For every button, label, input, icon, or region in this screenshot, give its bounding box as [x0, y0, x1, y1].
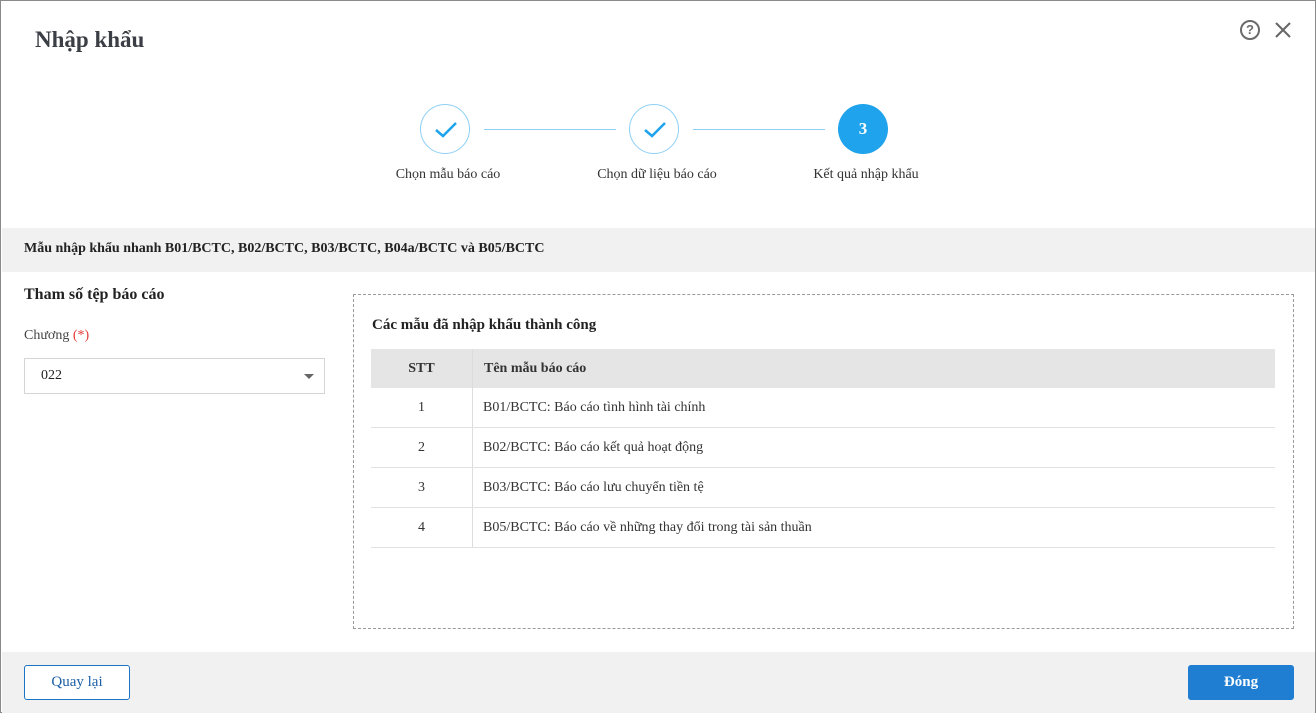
- table-row: 1 B01/BCTC: Báo cáo tình hình tài chính: [371, 388, 1275, 428]
- question-circle-icon[interactable]: ?: [1240, 20, 1260, 40]
- back-button[interactable]: Quay lại: [24, 665, 130, 700]
- chapter-label: Chương (*): [24, 328, 89, 344]
- step-3-circle: 3: [838, 104, 888, 154]
- row-name: B05/BCTC: Báo cáo về những thay đổi tron…: [483, 520, 812, 535]
- import-dialog: Nhập khẩu ? 3 Chọn mẫu báo cáo Chọn dữ l…: [0, 0, 1316, 713]
- step-connector: [484, 129, 616, 130]
- params-title: Tham số tệp báo cáo: [24, 286, 165, 303]
- caret-down-icon[interactable]: [304, 374, 314, 379]
- row-stt: 1: [371, 388, 473, 427]
- column-header-name: Tên mẫu báo cáo: [484, 361, 587, 376]
- results-panel: Các mẫu đã nhập khẩu thành công STT Tên …: [353, 294, 1294, 629]
- step-2-circle: [629, 104, 679, 154]
- table-header: STT Tên mẫu báo cáo: [371, 349, 1275, 388]
- step-1-circle: [420, 104, 470, 154]
- column-header-stt: STT: [371, 349, 473, 388]
- required-mark: (*): [72, 328, 90, 343]
- dialog-footer: [2, 652, 1315, 713]
- chapter-select[interactable]: 022: [24, 358, 325, 394]
- row-stt: 3: [371, 468, 473, 507]
- step-3-label: Kết quả nhập khẩu: [813, 167, 919, 182]
- row-stt: 2: [371, 428, 473, 467]
- close-icon[interactable]: [1272, 19, 1294, 41]
- close-button[interactable]: Đóng: [1188, 665, 1294, 700]
- dialog-title: Nhập khẩu: [35, 27, 145, 52]
- row-stt: 4: [371, 508, 473, 547]
- table-row: 2 B02/BCTC: Báo cáo kết quả hoạt động: [371, 428, 1275, 468]
- step-2-label: Chọn dữ liệu báo cáo: [597, 167, 717, 182]
- step-1-label: Chọn mẫu báo cáo: [395, 167, 501, 182]
- results-title: Các mẫu đã nhập khẩu thành công: [372, 317, 597, 333]
- results-table: STT Tên mẫu báo cáo 1 B01/BCTC: Báo cáo …: [371, 349, 1275, 548]
- table-row: 4 B05/BCTC: Báo cáo về những thay đổi tr…: [371, 508, 1275, 548]
- row-name: B03/BCTC: Báo cáo lưu chuyển tiền tệ: [483, 480, 704, 495]
- chapter-label-text: Chương: [24, 328, 70, 343]
- row-name: B01/BCTC: Báo cáo tình hình tài chính: [483, 400, 706, 415]
- template-band: Mẫu nhập khẩu nhanh B01/BCTC, B02/BCTC, …: [2, 228, 1315, 272]
- step-connector: [693, 129, 825, 130]
- check-icon: [644, 122, 666, 138]
- row-name: B02/BCTC: Báo cáo kết quả hoạt động: [483, 440, 704, 455]
- template-name: Mẫu nhập khẩu nhanh B01/BCTC, B02/BCTC, …: [24, 241, 545, 256]
- check-icon: [435, 122, 457, 138]
- table-row: 3 B03/BCTC: Báo cáo lưu chuyển tiền tệ: [371, 468, 1275, 508]
- chapter-select-value: 022: [41, 368, 62, 383]
